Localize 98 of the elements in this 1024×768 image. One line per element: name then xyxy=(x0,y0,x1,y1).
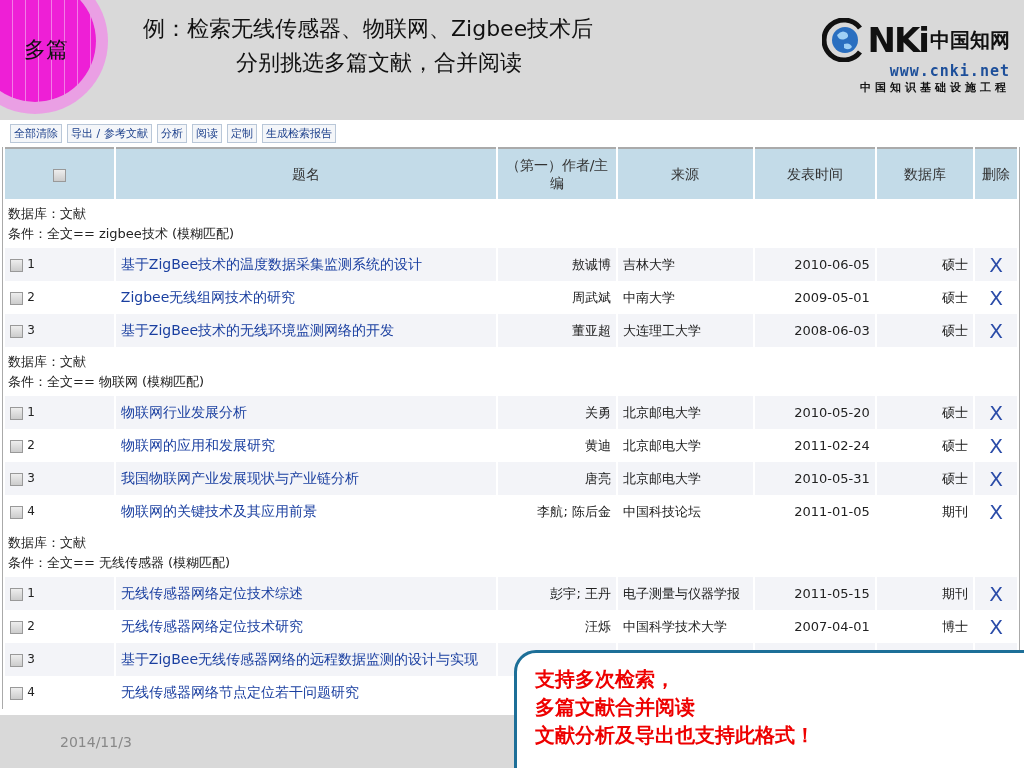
database-cell: 博士 xyxy=(942,618,969,634)
column-header: （第一）作者/主编 xyxy=(498,147,616,199)
date-cell: 2010-05-20 xyxy=(794,405,870,420)
row-number: 1 xyxy=(27,405,35,419)
author-cell: 敖诚博 xyxy=(571,256,611,272)
row-number: 4 xyxy=(27,685,35,699)
date-cell: 2011-05-15 xyxy=(794,586,870,601)
row-checkbox[interactable] xyxy=(10,687,23,700)
group-condition: 条件：全文== 无线传感器 (模糊匹配) xyxy=(8,553,232,572)
row-checkbox[interactable] xyxy=(10,506,23,519)
row-number: 3 xyxy=(27,471,35,485)
database-cell: 硕士 xyxy=(942,470,969,486)
badge-label: 多篇 xyxy=(24,36,68,64)
title-link[interactable]: 物联网的应用和发展研究 xyxy=(120,436,275,453)
column-header: 题名 xyxy=(115,147,497,199)
database-cell: 硕士 xyxy=(942,289,969,305)
column-header: 发表时间 xyxy=(754,147,875,199)
delete-link[interactable]: X xyxy=(989,614,1003,639)
row-checkbox[interactable] xyxy=(10,621,23,634)
row-checkbox[interactable] xyxy=(10,292,23,305)
date-cell: 2007-04-01 xyxy=(794,619,870,634)
group-condition: 条件：全文== 物联网 (模糊匹配) xyxy=(8,372,206,391)
title-link[interactable]: 物联网的关键技术及其应用前景 xyxy=(120,502,317,519)
row-checkbox[interactable] xyxy=(10,654,23,667)
author-cell: 董亚超 xyxy=(571,322,611,338)
delete-link[interactable]: X xyxy=(989,499,1003,524)
date-cell: 2011-01-05 xyxy=(794,504,870,519)
row-checkbox[interactable] xyxy=(10,440,23,453)
column-header: 数据库 xyxy=(876,147,974,199)
logo-url: www.cnki.net xyxy=(889,62,1010,80)
author-cell: 汪烁 xyxy=(584,618,611,634)
database-cell: 硕士 xyxy=(942,437,969,453)
source-cell: 北京邮电大学 xyxy=(622,437,701,453)
title-link[interactable]: Zigbee无线组网技术的研究 xyxy=(120,288,296,305)
row-checkbox[interactable] xyxy=(10,259,23,272)
toolbar-button[interactable]: 生成检索报告 xyxy=(261,124,336,143)
column-header: 来源 xyxy=(617,147,753,199)
slide-title: 例：检索无线传感器、物联网、Zigbee技术后 xyxy=(143,15,594,43)
toolbar-button[interactable]: 定制 xyxy=(226,124,257,143)
group-condition: 条件：全文== zigbee技术 (模糊匹配) xyxy=(8,224,236,243)
row-checkbox[interactable] xyxy=(10,407,23,420)
database-cell: 期刊 xyxy=(942,503,969,519)
logo-wordmark: NKi xyxy=(867,20,928,60)
date-cell: 2010-05-31 xyxy=(794,471,870,486)
row-checkbox[interactable] xyxy=(10,325,23,338)
slide-title: 分别挑选多篇文献，合并阅读 xyxy=(236,49,523,77)
toolbar-button[interactable]: 导出 / 参考文献 xyxy=(67,124,152,143)
row-number: 2 xyxy=(27,290,35,304)
date-cell: 2008-06-03 xyxy=(794,323,870,338)
row-checkbox[interactable] xyxy=(10,473,23,486)
row-number: 3 xyxy=(27,323,35,337)
author-cell: 李航; 陈后金 xyxy=(537,503,611,519)
source-cell: 中国科学技术大学 xyxy=(622,618,727,634)
author-cell: 唐亮 xyxy=(584,470,611,486)
author-cell: 彭宇; 王丹 xyxy=(550,585,611,601)
group-database: 数据库：文献 xyxy=(8,352,87,371)
row-number: 1 xyxy=(27,257,35,271)
row-number: 3 xyxy=(27,652,35,666)
source-cell: 电子测量与仪器学报 xyxy=(622,585,740,601)
author-cell: 周武斌 xyxy=(571,289,611,305)
title-link[interactable]: 无线传感器网络定位技术研究 xyxy=(120,617,303,634)
database-cell: 期刊 xyxy=(942,585,969,601)
source-cell: 中南大学 xyxy=(622,289,675,305)
row-number: 2 xyxy=(27,438,35,452)
database-cell: 硕士 xyxy=(942,256,969,272)
date-cell: 2010-06-05 xyxy=(794,257,870,272)
source-cell: 北京邮电大学 xyxy=(622,470,701,486)
select-all-checkbox[interactable] xyxy=(52,168,66,182)
row-number: 2 xyxy=(27,619,35,633)
author-cell: 黄迪 xyxy=(584,437,611,453)
slide-date: 2014/11/3 xyxy=(60,733,132,750)
toolbar-button[interactable]: 分析 xyxy=(156,124,187,143)
date-cell: 2009-05-01 xyxy=(794,290,870,305)
group-database: 数据库：文献 xyxy=(8,204,87,223)
callout-text: 多篇文献合并阅读 xyxy=(535,694,695,721)
toolbar-button[interactable]: 阅读 xyxy=(191,124,222,143)
callout-text: 支持多次检索， xyxy=(535,666,675,693)
logo-tagline: 中国知识基础设施工程 xyxy=(860,80,1010,95)
callout-text: 文献分析及导出也支持此格式！ xyxy=(535,722,815,749)
delete-link[interactable]: X xyxy=(989,433,1003,458)
logo-chinese-name: 中国知网 xyxy=(930,26,1010,54)
row-number: 4 xyxy=(27,504,35,518)
database-cell: 硕士 xyxy=(942,404,969,420)
source-cell: 中国科技论坛 xyxy=(622,503,701,519)
title-link[interactable]: 无线传感器网络节点定位若干问题研究 xyxy=(120,683,359,700)
title-link[interactable]: 物联网行业发展分析 xyxy=(120,403,247,420)
row-checkbox[interactable] xyxy=(10,588,23,601)
source-cell: 北京邮电大学 xyxy=(622,404,701,420)
delete-link[interactable]: X xyxy=(989,285,1003,310)
date-cell: 2011-02-24 xyxy=(794,438,870,453)
column-header: 删除 xyxy=(975,147,1017,199)
author-cell: 关勇 xyxy=(584,404,611,420)
database-cell: 硕士 xyxy=(942,322,969,338)
group-database: 数据库：文献 xyxy=(8,533,87,552)
source-cell: 大连理工大学 xyxy=(622,322,701,338)
source-cell: 吉林大学 xyxy=(622,256,675,272)
toolbar-button[interactable]: 全部清除 xyxy=(10,124,62,143)
row-number: 1 xyxy=(27,586,35,600)
